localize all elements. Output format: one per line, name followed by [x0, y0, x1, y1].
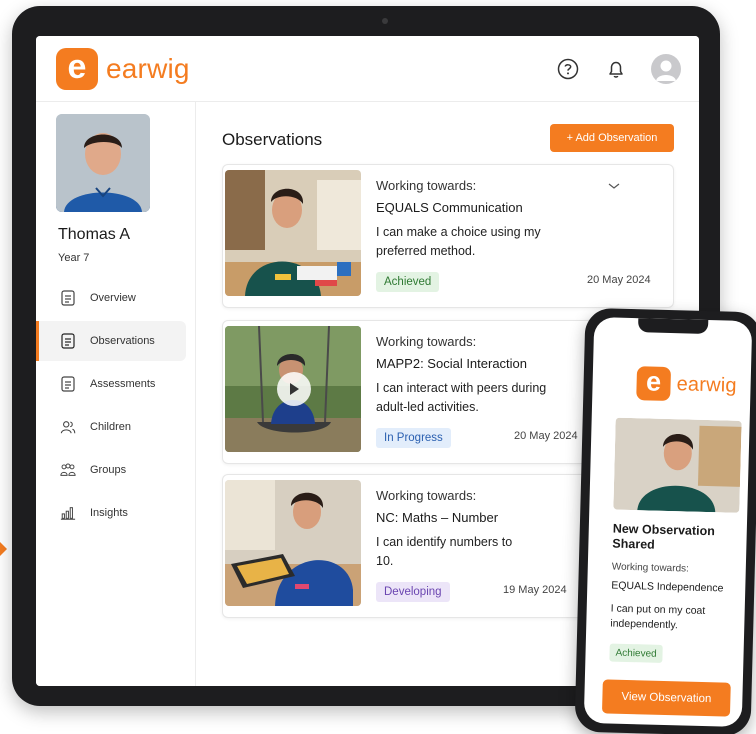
logo-badge: e — [56, 48, 98, 90]
phone-observation-photo — [613, 417, 742, 513]
logo-text: earwig — [106, 53, 190, 84]
sidebar-item-label: Insights — [90, 507, 128, 519]
tablet-camera — [382, 18, 388, 24]
bell-icon[interactable] — [603, 56, 629, 82]
observation-video-thumbnail[interactable] — [225, 326, 361, 452]
observation-photo[interactable] — [225, 170, 361, 296]
observation-card[interactable]: Working towards: NC: Maths – Number I ca… — [222, 474, 598, 618]
side-arrow-decoration — [0, 542, 7, 556]
observation-date: 20 May 2024 — [514, 430, 578, 442]
status-badge: Achieved — [376, 272, 440, 292]
group-icon — [60, 462, 76, 478]
header-actions — [555, 54, 681, 84]
child-name: Thomas A — [58, 226, 131, 243]
user-avatar-icon[interactable] — [651, 54, 681, 84]
observation-description: I can make a choice using my preferred m… — [376, 225, 541, 258]
brand-logo[interactable]: e earwig — [56, 48, 190, 90]
add-observation-button[interactable]: + Add Observation — [550, 124, 674, 152]
sidebar-item-observations[interactable]: Observations — [36, 321, 186, 361]
document-icon — [60, 333, 76, 349]
people-icon — [60, 419, 76, 435]
view-observation-button[interactable]: View Observation — [601, 679, 731, 717]
sidebar-item-children[interactable]: Children — [36, 407, 186, 447]
phone-notch — [637, 318, 709, 334]
sidebar-item-label: Observations — [90, 335, 155, 347]
observation-date: 19 May 2024 — [503, 584, 567, 596]
play-icon[interactable] — [277, 372, 311, 406]
working-towards-label: Working towards: — [376, 334, 477, 349]
working-towards-label: Working towards: — [376, 178, 477, 193]
phone-screen: e earwig New Observation Shared Working … — [583, 317, 753, 727]
working-towards-label: Working towards: — [376, 488, 477, 503]
observation-goal: EQUALS Independence — [611, 579, 724, 595]
child-profile-photo — [56, 114, 150, 212]
observation-description: I can interact with peers during adult-l… — [376, 381, 547, 414]
observation-card[interactable]: Working towards: EQUALS Communication I … — [222, 164, 674, 308]
top-bar: e earwig — [36, 36, 699, 102]
observation-goal: MAPP2: Social Interaction — [376, 356, 528, 371]
logo-badge: e — [636, 366, 672, 402]
sidebar-item-label: Groups — [90, 464, 127, 476]
sidebar: Thomas A Year 7 Overview Observations As… — [36, 102, 196, 686]
bar-chart-icon — [60, 505, 76, 521]
phone-brand-logo: e earwig — [636, 366, 737, 403]
observation-description: I can identify numbers to 10. — [376, 535, 513, 568]
sidebar-item-label: Children — [90, 421, 131, 433]
observation-date: 20 May 2024 — [587, 274, 651, 286]
sidebar-item-groups[interactable]: Groups — [36, 450, 186, 490]
observation-photo[interactable] — [225, 480, 361, 606]
chevron-down-icon[interactable] — [607, 177, 621, 195]
observation-card[interactable]: Working towards: MAPP2: Social Interacti… — [222, 320, 638, 464]
status-badge: In Progress — [376, 428, 451, 448]
status-badge: Achieved — [609, 643, 663, 663]
observation-description: I can put on my coat independently. — [610, 602, 706, 632]
observation-goal: EQUALS Communication — [376, 200, 523, 215]
logo-text: earwig — [676, 372, 738, 397]
child-year: Year 7 — [58, 252, 90, 264]
sidebar-item-label: Assessments — [90, 378, 156, 390]
sidebar-nav: Overview Observations Assessments Childr… — [36, 278, 196, 536]
notification-title: New Observation Shared — [612, 521, 716, 552]
observation-goal: NC: Maths – Number — [376, 510, 499, 525]
phone-device: e earwig New Observation Shared Working … — [574, 307, 756, 734]
document-icon — [60, 290, 76, 306]
page-title: Observations — [222, 130, 323, 149]
sidebar-item-assessments[interactable]: Assessments — [36, 364, 186, 404]
working-towards-label: Working towards: — [611, 561, 689, 575]
status-badge: Developing — [376, 582, 450, 602]
sidebar-item-insights[interactable]: Insights — [36, 493, 186, 533]
document-icon — [60, 376, 76, 392]
sidebar-item-overview[interactable]: Overview — [36, 278, 186, 318]
help-icon[interactable] — [555, 56, 581, 82]
sidebar-item-label: Overview — [90, 292, 136, 304]
